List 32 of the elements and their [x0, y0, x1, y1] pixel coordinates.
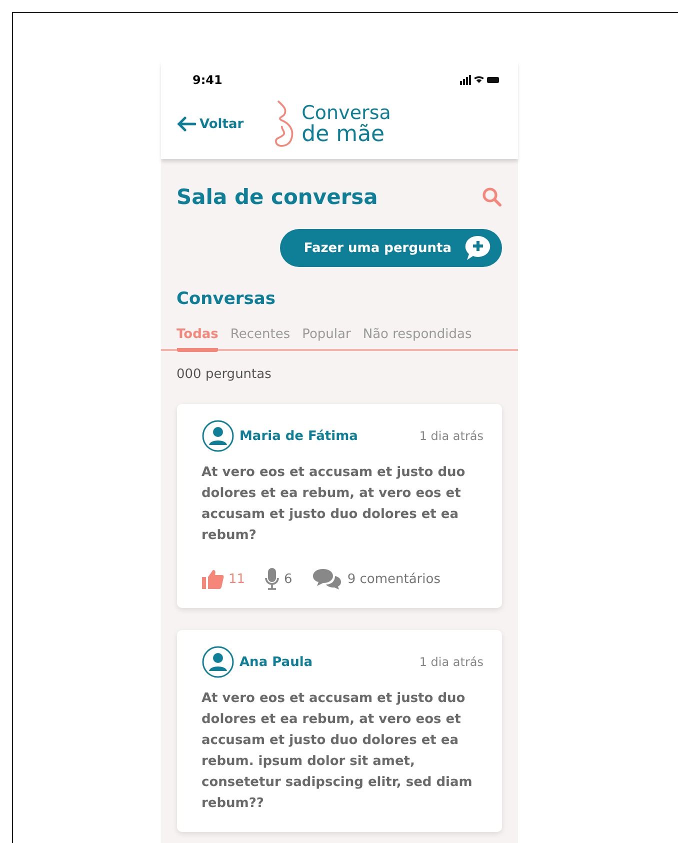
author-name: Ana Paula: [240, 654, 314, 670]
audio-count: 6: [284, 572, 292, 586]
chat-bubbles-icon[interactable]: [312, 568, 342, 590]
section-title: Conversas: [176, 289, 276, 309]
back-link[interactable]: Voltar: [176, 116, 244, 132]
post-time: 1 dia atrás: [419, 429, 484, 443]
question-text: At vero eos et accusam et justo duo dolores et ea rebum, at vero eos et accusam et justo duo dolores et ea rebum. ipsum dolor sit amet, consetetur sadipscing elitr, sed diam rebum??: [202, 690, 474, 813]
thumbs-up-icon[interactable]: [202, 569, 224, 589]
question-count: 000 perguntas: [176, 367, 272, 382]
microphone-icon[interactable]: [265, 568, 280, 590]
filter-tab[interactable]: Todas: [176, 327, 218, 352]
question-card[interactable]: [176, 630, 502, 832]
filter-tab[interactable]: Não respondidas: [362, 327, 472, 352]
ask-question-button[interactable]: Fazer uma pergunta: [280, 229, 502, 267]
question-card[interactable]: Maria de Fátima 1 dia atrás At vero eos et accusam et justo duo dolores et ea rebum, at vero eos et accusam et justo duo dolores et ea rebum? 11 6 9 comentários: [176, 404, 502, 608]
comment-count: 9 comentários: [347, 572, 440, 586]
search-icon[interactable]: [482, 187, 502, 207]
logo-text: Conversa: [302, 103, 391, 124]
chat-plus-icon: [464, 235, 492, 261]
filter-tab[interactable]: Popular: [302, 327, 351, 352]
like-count: 11: [228, 572, 246, 586]
arrow-left-icon: [176, 116, 196, 132]
filter-tab[interactable]: Recentes: [230, 327, 290, 352]
status-icons: [460, 75, 500, 85]
author-name: Maria de Fátima: [240, 428, 359, 444]
status-time: 9:41: [192, 73, 222, 87]
user-avatar-icon: [202, 420, 234, 452]
question-text: At vero eos et accusam et justo duo dolores et ea rebum, at vero eos et accusam et justo duo dolores et ea rebum?: [202, 464, 466, 545]
page-title: Sala de conversa: [176, 185, 378, 209]
user-avatar-icon: [202, 646, 234, 678]
post-time: 1 dia atrás: [419, 655, 484, 669]
logo-text: de mãe: [302, 124, 386, 145]
